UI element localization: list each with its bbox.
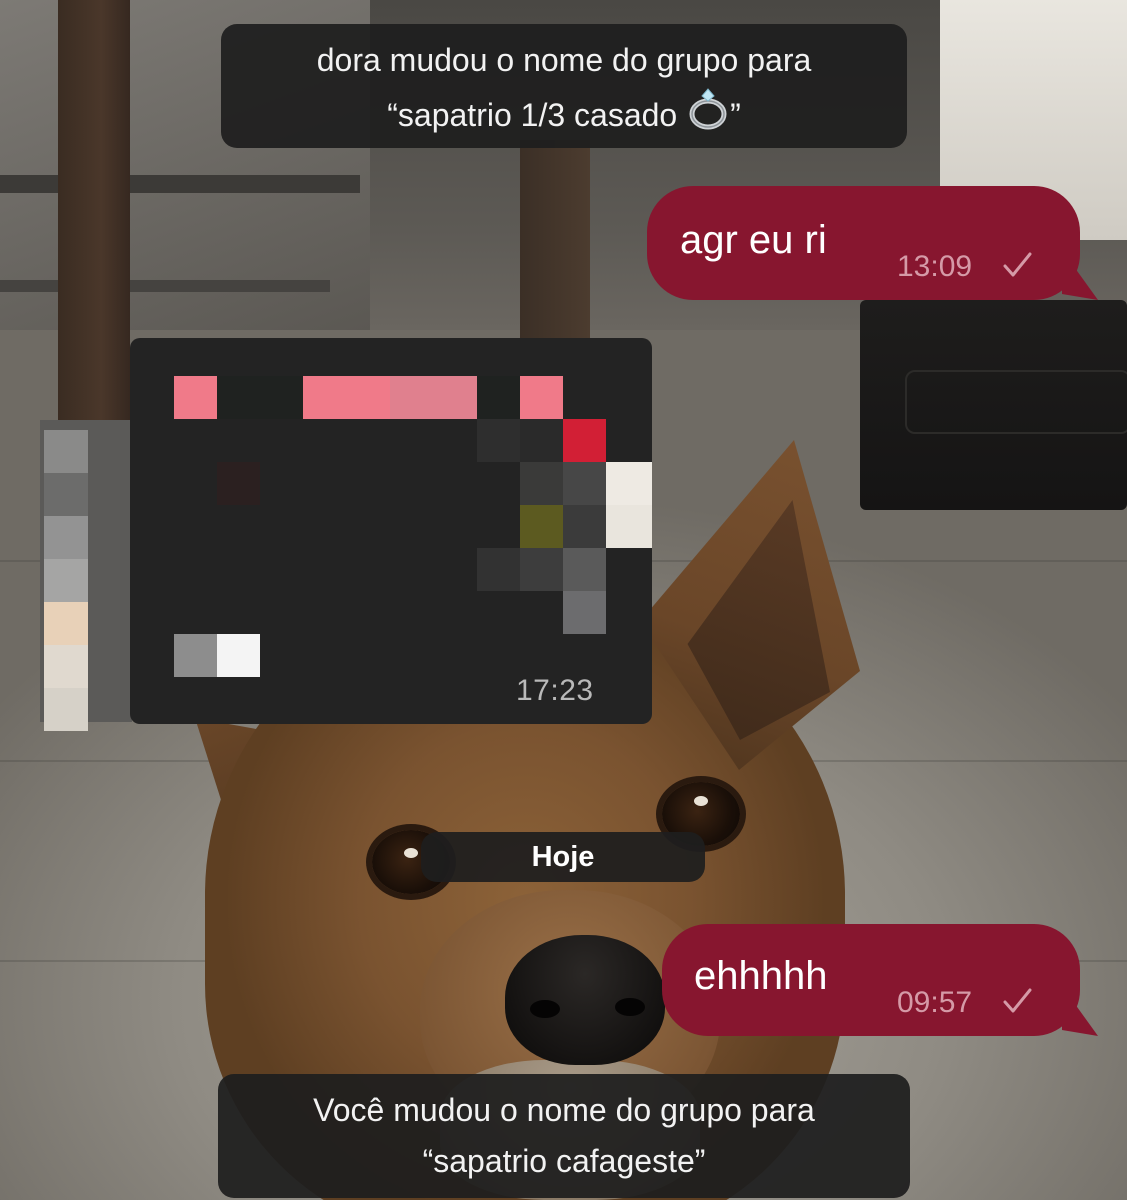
- wallpaper-wooden-post: [520, 140, 590, 370]
- dog-eye-highlight: [404, 848, 418, 858]
- wallpaper-speaker-grille: [905, 370, 1127, 434]
- dog-nostril: [530, 1000, 560, 1018]
- message-time: 13:09: [897, 250, 973, 283]
- date-separator: Hoje: [421, 832, 705, 882]
- wallpaper-shelf: [0, 280, 330, 292]
- system-message-group-renamed: dora mudou o nome do grupo para “sapatri…: [221, 24, 907, 148]
- system-message-text: “sapatrio 1/3 casado: [387, 97, 687, 133]
- message-text: agr eu ri: [680, 218, 827, 262]
- ring-icon: [689, 88, 727, 130]
- dog-nostril: [615, 998, 645, 1016]
- censored-media-edge: [40, 420, 132, 731]
- wallpaper-shelf: [0, 175, 360, 193]
- system-message-line: “sapatrio cafageste”: [422, 1143, 706, 1179]
- system-message-line: Você mudou o nome do grupo para: [313, 1092, 815, 1128]
- message-time: 17:23: [516, 674, 594, 707]
- system-message-group-renamed: Você mudou o nome do grupo para “sapatri…: [218, 1074, 910, 1198]
- message-time: 09:57: [897, 986, 973, 1019]
- system-message-line: dora mudou o nome do grupo para: [316, 42, 812, 78]
- message-text: ehhhhh: [694, 954, 828, 998]
- dog-eye-highlight: [694, 796, 708, 806]
- check-icon: [1003, 252, 1032, 277]
- censored-media-message[interactable]: [130, 338, 652, 724]
- check-icon: [1003, 988, 1032, 1013]
- system-message-line: “sapatrio 1/3 casado ”: [221, 86, 907, 141]
- system-message-text: ”: [730, 97, 741, 133]
